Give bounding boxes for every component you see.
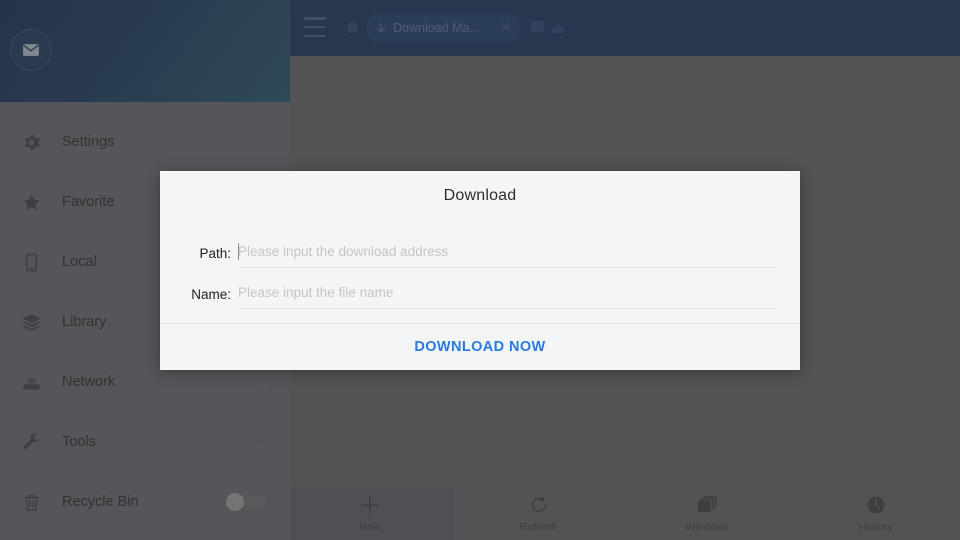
download-now-label: DOWNLOAD NOW <box>414 339 546 355</box>
app-root: Download Ma... ✕ New Refresh Windows His… <box>0 0 960 540</box>
path-input-wrapper[interactable] <box>238 243 778 268</box>
path-field-row: Path: <box>182 227 778 268</box>
dialog-title: Download <box>443 187 517 204</box>
dialog-fields: Path: Name: <box>160 205 800 309</box>
download-now-button[interactable]: DOWNLOAD NOW <box>160 324 800 370</box>
name-field-label: Name: <box>191 287 231 302</box>
name-input-wrapper[interactable] <box>238 284 778 309</box>
path-input[interactable] <box>238 244 778 259</box>
download-dialog: Download Path: Name: DOWNLOAD NOW <box>160 171 800 370</box>
name-input[interactable] <box>238 285 778 300</box>
text-caret <box>238 243 239 260</box>
path-field-label: Path: <box>199 246 231 261</box>
name-field-row: Name: <box>182 268 778 309</box>
